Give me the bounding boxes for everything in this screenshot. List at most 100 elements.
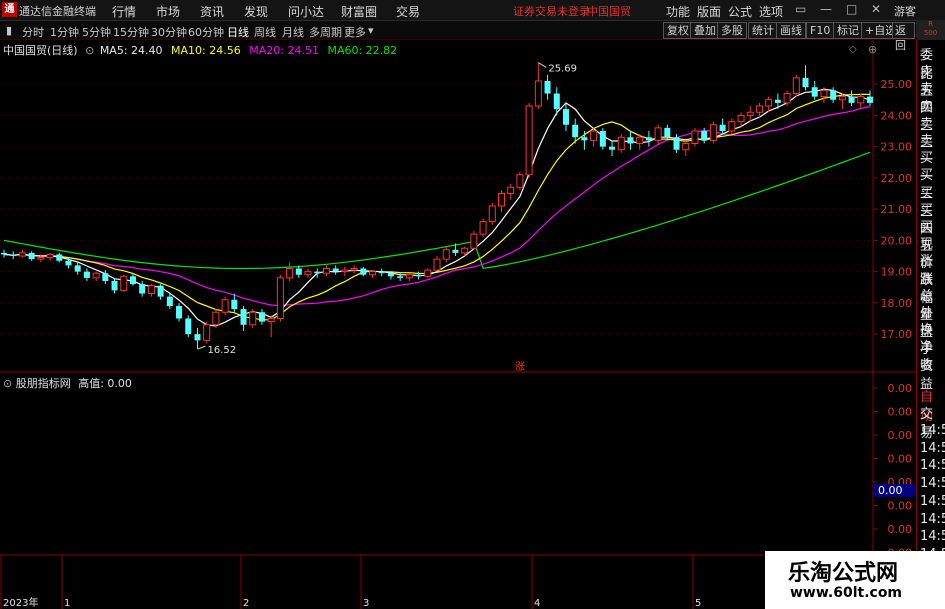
candle-body-up [488,205,496,223]
period-5min[interactable]: 5分钟 [82,24,111,40]
price-axis-label: 20.00 [881,234,913,247]
multi-stock-button[interactable]: 多股 [717,22,747,39]
menu-news[interactable]: 资讯 [200,3,224,20]
diamond-icon[interactable]: ◇ [849,44,857,55]
candle-body-up [783,93,791,104]
period-monthly[interactable]: 月线 [282,24,304,40]
menu-wealth[interactable]: 财富圈 [341,3,377,20]
candle-body-down [102,273,109,281]
menu-options[interactable]: 选项 [759,3,783,20]
maximize-icon[interactable]: □ [846,2,857,16]
menu-trade[interactable]: 交易 [396,3,420,20]
guest-label[interactable]: 游客 [894,3,916,19]
candle-body-down [1,252,7,255]
menu-function[interactable]: 功能 [666,3,690,20]
corner-badge: R 500 [916,20,945,40]
candle-body-down [867,96,873,103]
period-multi[interactable]: 多周期 [309,24,342,40]
candle-body-down [10,254,17,256]
period-30min[interactable]: 30分钟 [151,24,187,40]
panel-time[interactable]: 14:56 [920,494,945,509]
candle-body-up [765,99,773,107]
candle-body-up [691,130,699,144]
mark-button[interactable]: 标记 [833,22,863,39]
candle-body-up [350,268,358,271]
candle-body-down [581,137,588,141]
candle-body-down [295,268,302,275]
candle-body-down [28,252,35,260]
period-weekly[interactable]: 周线 [254,24,276,40]
candle-body-up [479,221,487,235]
candle-body-down [378,271,385,274]
ma60-polyline [3,151,871,270]
corner-r: R [928,20,933,28]
period-intraday[interactable]: 分时 [22,24,44,40]
ind-cursor-value: 0.00 [878,484,903,497]
candle-body-down [111,281,118,291]
restore-icon[interactable]: ▭ [795,2,806,16]
chevron-down-icon[interactable]: ⊙ [85,44,94,57]
period-icon: ▮ [6,24,13,37]
candle-body-up [682,143,690,151]
kline-chart[interactable]: 25.0024.0023.0022.0021.0020.0019.0018.00… [0,40,916,609]
candle-body-up [341,269,349,273]
close-icon[interactable]: ✕ [871,2,881,16]
ma20-label: MA20: 24.51 [249,44,319,57]
restore-rights-button[interactable]: 复权 [663,22,693,39]
ma60-label: MA60: 22.82 [327,44,398,57]
ma5-line [3,88,871,327]
menu-market[interactable]: 市场 [156,3,180,20]
candle-body-down [258,312,265,322]
date-axis-label: 2023年 [3,596,38,609]
panel-time[interactable]: 14:56 [920,529,945,544]
candle-body-down [802,77,809,88]
candle-body-up [746,111,754,116]
ind-axis-label: 0.00 [888,500,913,513]
draw-line-button[interactable]: 画线 [776,22,806,39]
date-axis-label: 3 [363,598,369,609]
candle-body-up [18,252,26,257]
menu-discover[interactable]: 发现 [244,3,268,20]
panel-time[interactable]: 14:56 [920,441,945,456]
period-more[interactable]: 更多 [344,24,366,40]
high-arrow [538,62,547,68]
ind-axis-label: 0.00 [888,523,913,536]
candle-body-down [387,273,394,277]
back-button[interactable]: 返回 [892,22,915,52]
candle-body-up [636,136,644,144]
candle-body-up [617,136,625,151]
statistics-button[interactable]: 统计 [748,22,778,39]
candle-body-up [820,89,828,98]
expand-icon[interactable]: ⊕ [868,43,877,56]
period-daily[interactable]: 日线 [227,24,249,40]
f10-button[interactable]: F10 [806,22,835,39]
candle-body-down [56,254,63,261]
panel-time[interactable]: 14:56 [920,512,945,527]
candle-body-up [507,186,515,194]
candle-body-up [433,258,441,271]
period-15min[interactable]: 15分钟 [113,24,149,40]
date-axis-label: 5 [695,598,701,609]
candle-body-up [442,249,450,260]
candle-body-up [516,174,524,188]
chevron-down-icon[interactable]: ▾ [368,24,374,37]
panel-time[interactable]: 14:56 [920,476,945,491]
candle-body-up [709,124,717,141]
minimize-icon[interactable]: — [820,2,832,16]
trade-login-status[interactable]: 证券交易未登录 [513,3,590,19]
candle-body-up [286,268,294,279]
period-1min[interactable]: 1分钟 [50,24,79,40]
menu-layout[interactable]: 版面 [697,3,721,20]
overlay-button[interactable]: 叠加 [690,22,720,39]
panel-time[interactable]: 14:56 [920,458,945,473]
up-marker-label: 涨 [515,361,525,373]
candle-body-down [562,109,569,125]
panel-time[interactable]: 14:56 [920,423,945,438]
candle-body-up [147,285,155,294]
menu-formula[interactable]: 公式 [728,3,752,20]
chevron-down-icon[interactable]: ⊙ [3,377,12,390]
menu-ask[interactable]: 问小达 [288,3,324,20]
period-60min[interactable]: 60分钟 [188,24,224,40]
candle-body-down [774,99,781,103]
menu-quotes[interactable]: 行情 [112,3,136,20]
